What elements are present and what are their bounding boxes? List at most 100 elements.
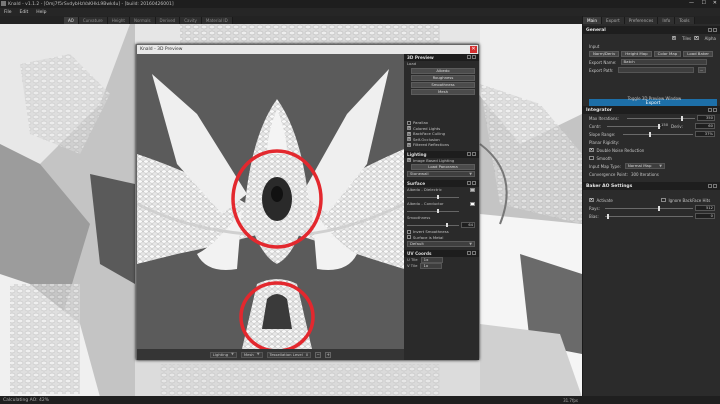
tab-curvature[interactable]: Curvature <box>78 17 108 24</box>
smoothness-slider[interactable]: 64 <box>407 222 475 228</box>
input-map-type-select[interactable]: Normal Map ▼ <box>624 163 665 169</box>
smooth-checkbox[interactable]: Smooth <box>583 154 720 162</box>
app-icon <box>1 1 6 6</box>
section-integrator[interactable]: Integrator <box>583 106 720 114</box>
load-color-map-button[interactable]: Color Map <box>653 51 682 57</box>
load-albedo-button[interactable]: Albedo <box>411 68 475 74</box>
toggle-3d-preview-link[interactable]: Toggle 3D Preview Window <box>583 94 720 102</box>
menu-help[interactable]: Help <box>36 10 46 15</box>
deriv-value[interactable]: 60 <box>695 123 715 129</box>
albedo-dielectric-slider[interactable] <box>407 194 475 200</box>
dialog-titlebar[interactable]: Knald - 3D Preview <box>137 45 478 54</box>
tab-main[interactable]: Main <box>583 17 602 24</box>
tab-height[interactable]: Height <box>107 17 130 24</box>
rays-slider[interactable] <box>605 205 693 211</box>
export-path-input[interactable] <box>617 67 694 73</box>
load-norm-deriv-button[interactable]: Norm/Deriv <box>589 51 620 57</box>
surface-metal-checkbox[interactable]: Surface is Metal <box>404 235 479 241</box>
fps-readout: 31.7fps <box>563 397 578 403</box>
export-name-input[interactable]: Batch <box>620 59 707 65</box>
collapse-icon[interactable] <box>708 108 712 112</box>
collapse-icon[interactable] <box>708 184 712 188</box>
max-iterations-value[interactable]: 350 <box>697 115 715 121</box>
collapse-icon[interactable] <box>467 151 471 156</box>
main-settings-panel: Main Export Preferences Info Tools Gener… <box>582 16 720 396</box>
section-uv-coords[interactable]: UV Coords <box>404 250 479 257</box>
load-baker-button[interactable]: Load Baker <box>683 51 713 57</box>
albedo-dielectric-swatch[interactable] <box>470 188 475 192</box>
collapse-icon[interactable] <box>467 55 471 59</box>
dragon-mesh-render <box>137 54 404 349</box>
rays-value[interactable]: 512 <box>695 205 715 211</box>
tab-normals[interactable]: Normals <box>129 17 156 24</box>
bias-slider[interactable] <box>605 213 693 219</box>
max-iterations-row: Max Iterations: 350 <box>589 115 715 121</box>
section-lighting[interactable]: Lighting <box>404 150 479 158</box>
tab-preferences[interactable]: Preferences <box>624 17 659 24</box>
alpha-checkbox[interactable] <box>694 35 699 41</box>
expand-icon[interactable] <box>472 181 476 185</box>
collapse-icon[interactable] <box>467 181 471 185</box>
section-surface[interactable]: Surface <box>404 180 479 187</box>
render-mode-select[interactable]: Lighting ▼ <box>209 351 237 358</box>
slope-range-slider[interactable] <box>623 131 693 137</box>
tab-info[interactable]: Info <box>658 17 676 24</box>
tiles-checkbox[interactable] <box>671 35 677 41</box>
minus-icon[interactable]: − <box>315 351 322 358</box>
plus-icon[interactable]: + <box>325 351 332 358</box>
menu-file[interactable]: File <box>4 10 12 15</box>
chevron-down-icon: ▼ <box>469 242 472 246</box>
tab-cavity[interactable]: Cavity <box>180 17 202 24</box>
filtered-reflections-checkbox[interactable]: Filtered Reflections <box>404 142 479 148</box>
albedo-conductor-swatch[interactable] <box>470 202 475 206</box>
maximize-button[interactable]: ☐ <box>702 0 706 6</box>
load-smoothness-button[interactable]: Smoothness <box>411 82 475 88</box>
load-panorama-button[interactable]: Load Panorama <box>411 164 475 170</box>
expand-icon[interactable] <box>713 28 717 32</box>
contr-slider[interactable] <box>607 123 661 129</box>
ibl-checkbox[interactable]: Image Based Lighting <box>404 157 479 164</box>
section-general[interactable]: General <box>583 26 720 34</box>
3d-scene-view[interactable] <box>137 54 404 349</box>
tab-derived[interactable]: Derived <box>155 17 181 24</box>
expand-icon[interactable] <box>472 151 476 156</box>
export-path-row: Export Path: … <box>583 66 720 74</box>
albedo-dielectric-label: Albedo - Dielectric <box>404 187 479 193</box>
ignore-backface-checkbox[interactable]: Ignore BackFace Hits <box>661 198 710 203</box>
tab-tools[interactable]: Tools <box>675 17 695 24</box>
load-mesh-button[interactable]: Mesh <box>411 89 475 95</box>
mesh-select[interactable]: Mesh ▼ <box>240 351 263 358</box>
minimize-button[interactable]: — <box>689 0 694 6</box>
window-titlebar: Knald - v1.1.2 - [Omj7f5rSvdybHzVaKHkL9B… <box>0 0 720 8</box>
environment-select[interactable]: Stonewall ▼ <box>407 171 475 177</box>
albedo-conductor-slider[interactable] <box>407 208 475 214</box>
load-roughness-button[interactable]: Roughness <box>411 75 475 81</box>
load-height-map-button[interactable]: Height Map <box>621 51 652 57</box>
convergence-row: Convergence Point: 300 Iterations <box>589 171 659 177</box>
3d-preview-dialog[interactable]: Knald - 3D Preview ✕ Lighting ▼ Mesh ▼ T… <box>136 44 479 360</box>
tab-material-id[interactable]: Material ID <box>201 17 233 24</box>
close-window-button[interactable]: ✕ <box>713 0 717 6</box>
chevron-down-icon: ▼ <box>659 164 662 168</box>
browse-folder-button[interactable]: … <box>697 67 706 73</box>
bias-value[interactable]: 0 <box>695 213 715 219</box>
menu-edit[interactable]: Edit <box>20 10 29 15</box>
dialog-close-button[interactable]: ✕ <box>470 46 477 53</box>
surface-preset-select[interactable]: Default ▼ <box>407 241 475 247</box>
collapse-icon[interactable] <box>708 28 712 32</box>
v-tile-input[interactable]: 1x <box>420 263 443 269</box>
tab-ao[interactable]: AO <box>64 17 79 24</box>
slope-range-value[interactable]: 37% <box>695 131 715 137</box>
tab-export[interactable]: Export <box>602 17 625 24</box>
expand-icon[interactable] <box>472 251 476 255</box>
tessellation-select[interactable]: Tessellation Level 0 <box>266 351 312 358</box>
expand-icon[interactable] <box>713 184 717 188</box>
section-baker-ao[interactable]: Baker AO Settings <box>583 182 720 190</box>
double-noise-checkbox[interactable]: Double Noise Reduction <box>583 146 720 154</box>
expand-icon[interactable] <box>713 108 717 112</box>
max-iterations-slider[interactable] <box>627 115 695 121</box>
section-3d-preview[interactable]: 3D Preview <box>404 54 479 61</box>
collapse-icon[interactable] <box>467 251 471 255</box>
activate-checkbox[interactable] <box>589 197 594 203</box>
expand-icon[interactable] <box>472 55 476 59</box>
